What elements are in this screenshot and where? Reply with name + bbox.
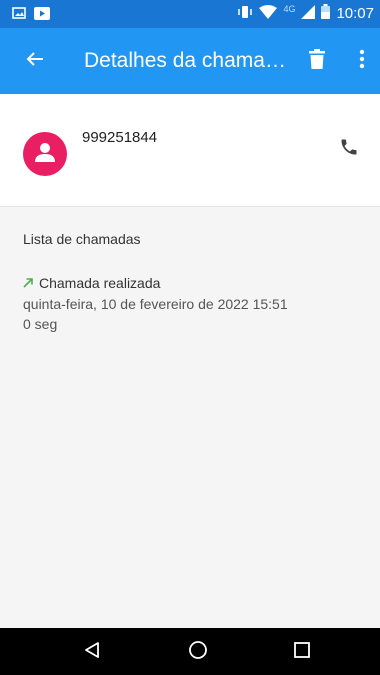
status-notifications	[12, 6, 50, 25]
back-arrow-icon	[26, 50, 44, 73]
nav-back-button[interactable]	[78, 638, 106, 666]
phone-icon	[339, 137, 359, 162]
call-type-label: Chamada realizada	[39, 275, 161, 291]
status-bar: 4G 10:07	[0, 0, 380, 28]
more-options-button[interactable]	[347, 46, 377, 76]
nav-home-button[interactable]	[184, 638, 212, 666]
gallery-icon	[12, 6, 26, 25]
youtube-icon	[34, 6, 50, 25]
delete-icon	[309, 48, 325, 74]
contact-card: 999251844	[0, 94, 380, 207]
avatar	[23, 132, 67, 176]
contact-phone-number: 999251844	[82, 129, 158, 146]
more-vert-icon	[359, 49, 365, 74]
back-triangle-icon	[83, 641, 101, 664]
status-time: 10:07	[336, 5, 374, 22]
delete-button[interactable]	[302, 46, 332, 76]
signal-icon	[301, 4, 316, 23]
person-icon	[34, 141, 56, 168]
nav-recents-button[interactable]	[288, 638, 316, 666]
vibrate-icon	[237, 5, 253, 23]
wifi-icon	[259, 4, 278, 23]
outgoing-call-arrow-icon	[23, 275, 33, 291]
call-duration: 0 seg	[23, 316, 58, 332]
app-bar: Detalhes da chama…	[0, 28, 380, 94]
back-button[interactable]	[20, 46, 50, 76]
home-circle-icon	[188, 640, 208, 665]
system-nav-bar	[0, 628, 380, 675]
list-item: Chamada realizada quinta-feira, 10 de fe…	[23, 274, 288, 332]
battery-icon	[321, 4, 331, 23]
call-type-line: Chamada realizada	[23, 274, 288, 292]
call-datetime: quinta-feira, 10 de fevereiro de 2022 15…	[23, 296, 288, 312]
call-list-title: Lista de chamadas	[23, 231, 141, 247]
network-type-label: 4G	[283, 4, 296, 14]
status-system: 4G 10:07	[237, 4, 374, 23]
page-title: Detalhes da chama…	[84, 49, 286, 72]
call-button[interactable]	[334, 134, 364, 164]
recents-square-icon	[293, 641, 311, 664]
